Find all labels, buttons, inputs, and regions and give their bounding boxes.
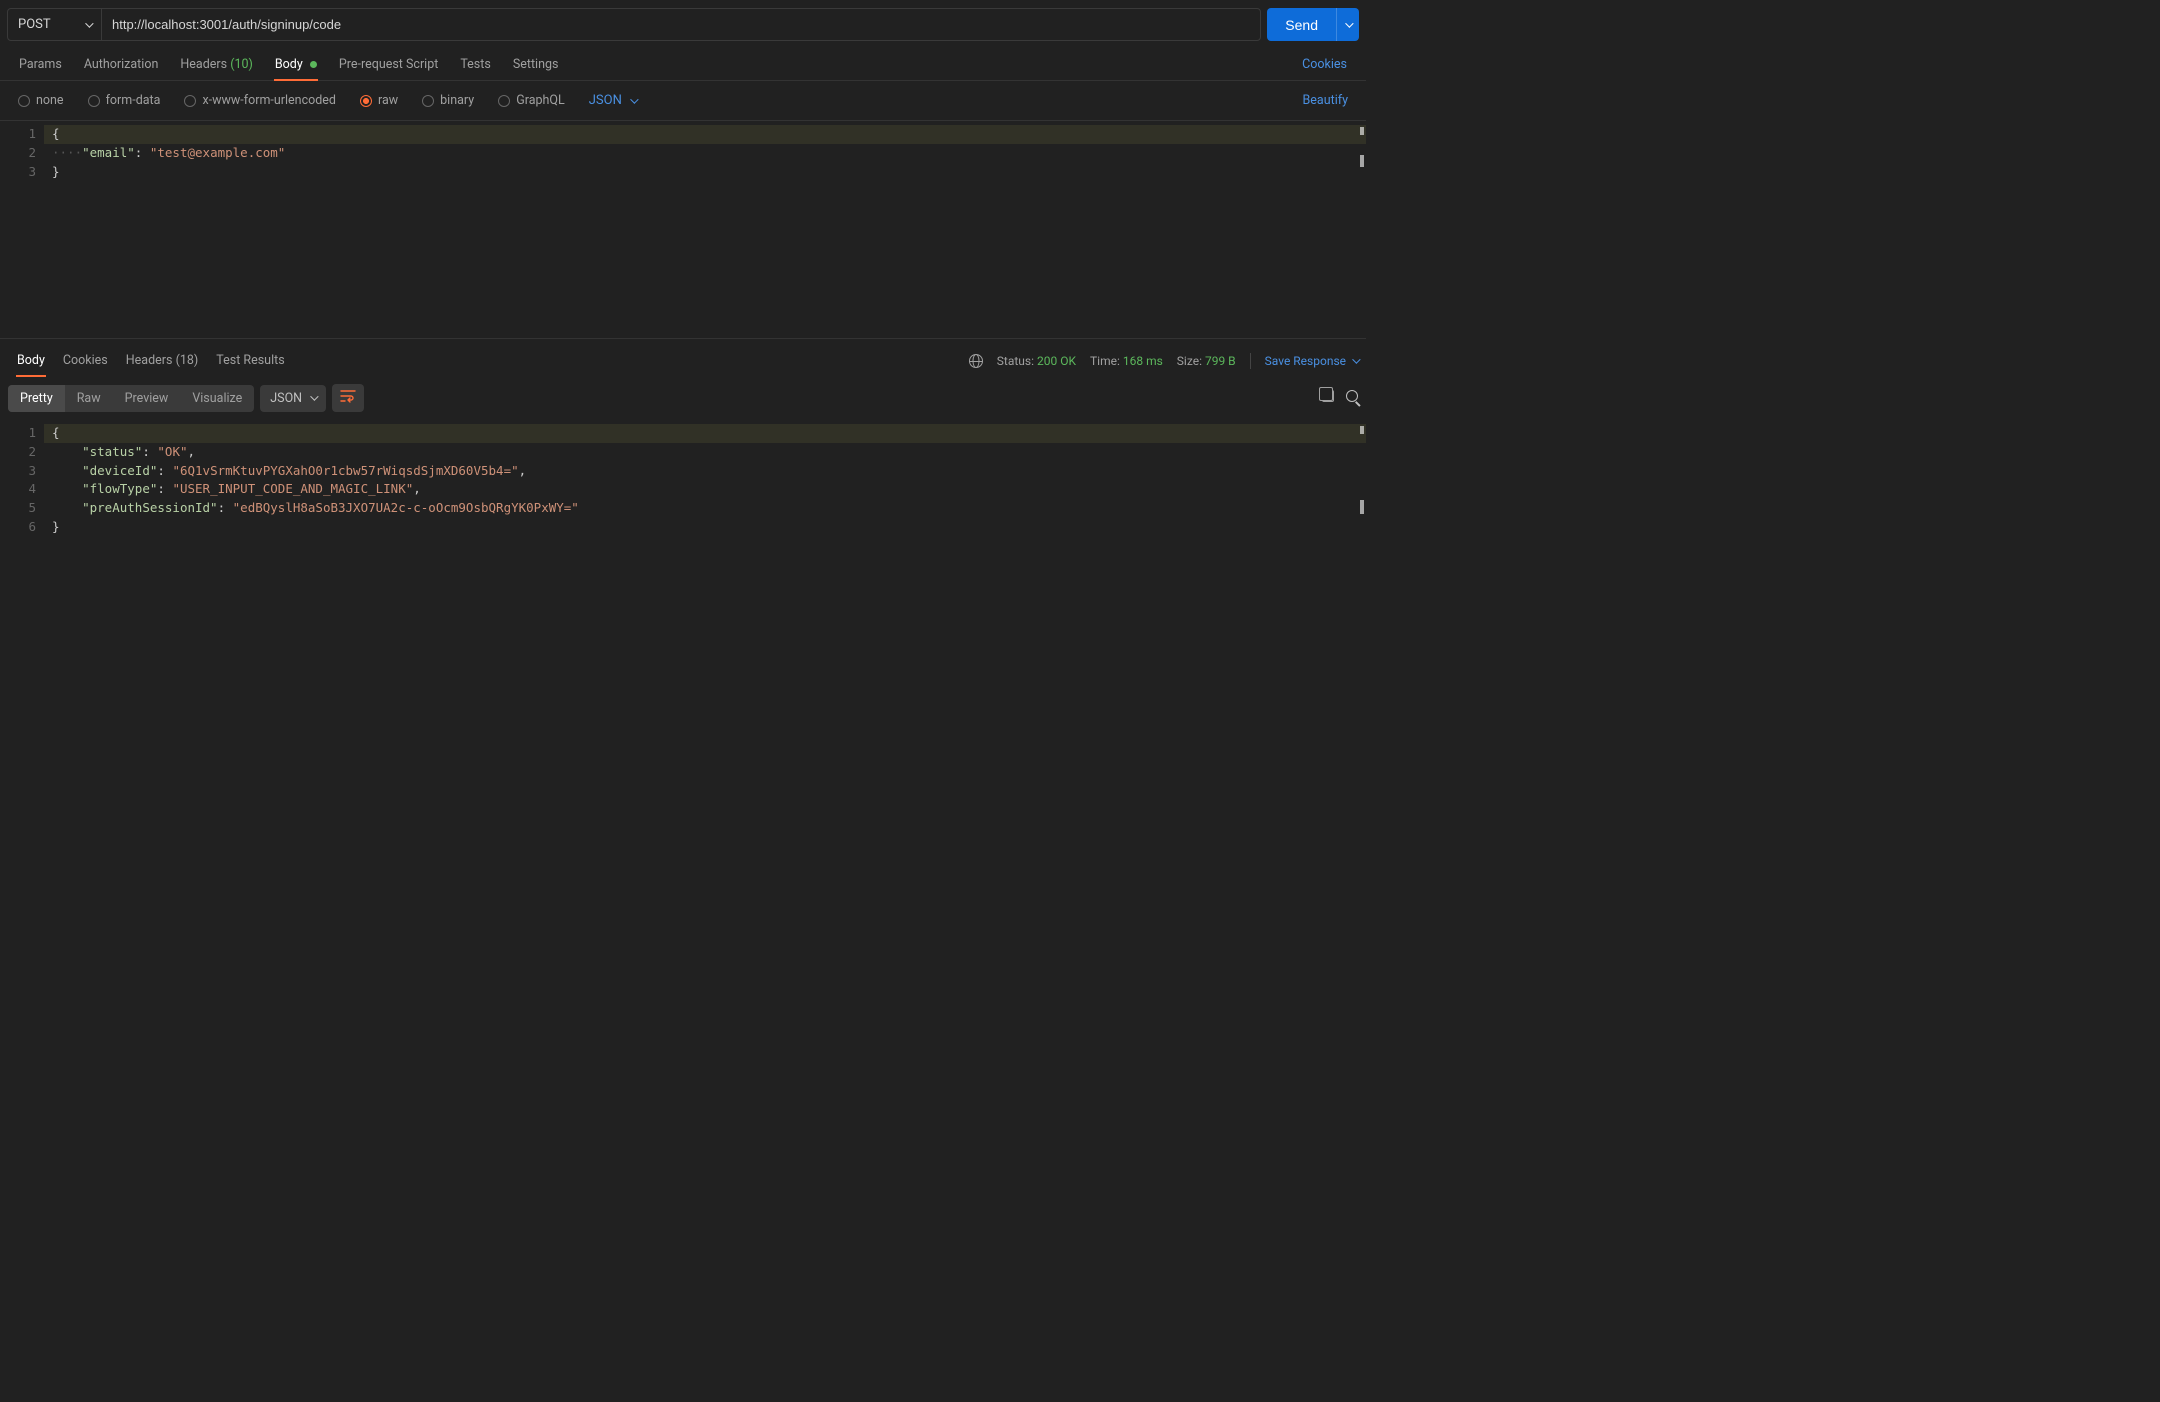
tab-settings[interactable]: Settings: [502, 49, 570, 80]
tab-authorization[interactable]: Authorization: [73, 49, 170, 80]
scroll-thumb-top[interactable]: [1360, 426, 1364, 434]
chevron-down-icon: [85, 19, 93, 27]
chevron-down-icon: [1345, 19, 1353, 27]
response-format-select[interactable]: JSON: [260, 385, 326, 412]
request-bar: POST Send: [0, 0, 1366, 49]
modified-dot-icon: [310, 61, 317, 68]
globe-icon[interactable]: [969, 354, 983, 368]
tab-pre-request-script[interactable]: Pre-request Script: [328, 49, 449, 80]
radio-form-data[interactable]: form-data: [78, 89, 171, 112]
body-format-select[interactable]: JSON: [579, 89, 646, 112]
body-type-row: none form-data x-www-form-urlencoded raw…: [0, 81, 1366, 121]
view-preview[interactable]: Preview: [113, 385, 181, 412]
view-visualize[interactable]: Visualize: [180, 385, 254, 412]
method-label: POST: [18, 17, 51, 32]
url-input[interactable]: [102, 9, 1260, 40]
response-tab-test-results[interactable]: Test Results: [207, 345, 293, 376]
line-gutter: 123: [0, 125, 44, 334]
send-dropdown-button[interactable]: [1336, 8, 1359, 41]
radio-none[interactable]: none: [8, 89, 74, 112]
save-response-button[interactable]: Save Response: [1265, 354, 1358, 368]
wrap-lines-button[interactable]: [332, 384, 364, 412]
search-icon: [1346, 390, 1358, 402]
response-tab-body[interactable]: Body: [8, 345, 54, 376]
request-body-editor[interactable]: 123 { ····"email": "test@example.com" }: [0, 121, 1366, 339]
radio-graphql[interactable]: GraphQL: [488, 89, 575, 112]
view-toggle-group: Pretty Raw Preview Visualize: [8, 385, 254, 412]
method-select[interactable]: POST: [8, 9, 102, 40]
divider: [1250, 353, 1251, 369]
tab-params[interactable]: Params: [8, 49, 73, 80]
response-tab-cookies[interactable]: Cookies: [54, 345, 117, 376]
send-button[interactable]: Send: [1267, 8, 1336, 41]
scroll-thumb-top[interactable]: [1360, 127, 1364, 135]
search-button[interactable]: [1346, 390, 1358, 406]
tab-body-label: Body: [275, 57, 303, 72]
cookies-link[interactable]: Cookies: [1291, 49, 1358, 80]
tab-headers-count: (10): [230, 57, 253, 72]
radio-icon: [360, 95, 372, 107]
chevron-down-icon: [1352, 355, 1360, 363]
view-raw[interactable]: Raw: [65, 385, 113, 412]
scroll-thumb[interactable]: [1360, 155, 1364, 167]
radio-icon: [184, 95, 196, 107]
wrap-icon: [340, 389, 356, 403]
response-meta: Status: 200 OK Time: 168 ms Size: 799 B …: [969, 353, 1358, 369]
beautify-link[interactable]: Beautify: [1293, 89, 1359, 112]
code-content: { "status": "OK", "deviceId": "6Q1vSrmKt…: [44, 424, 1366, 676]
tab-headers-label: Headers: [180, 57, 227, 72]
chevron-down-icon: [630, 95, 638, 103]
radio-raw[interactable]: raw: [350, 89, 408, 112]
response-header: Body Cookies Headers (18) Test Results S…: [0, 345, 1366, 376]
tab-body[interactable]: Body: [264, 49, 328, 80]
chevron-down-icon: [310, 392, 318, 400]
view-pretty[interactable]: Pretty: [8, 385, 65, 412]
response-body-editor[interactable]: 123456 { "status": "OK", "deviceId": "6Q…: [0, 420, 1366, 680]
radio-x-www-form-urlencoded[interactable]: x-www-form-urlencoded: [174, 89, 346, 112]
response-tab-headers[interactable]: Headers (18): [117, 345, 208, 376]
send-button-group: Send: [1267, 8, 1359, 41]
copy-icon: [1322, 390, 1334, 402]
code-content: { ····"email": "test@example.com" }: [44, 125, 1366, 334]
radio-icon: [498, 95, 510, 107]
request-tabs: Params Authorization Headers (10) Body P…: [0, 49, 1366, 81]
response-tabs: Body Cookies Headers (18) Test Results: [8, 345, 294, 376]
scroll-thumb[interactable]: [1360, 500, 1364, 514]
radio-icon: [18, 95, 30, 107]
response-controls: Pretty Raw Preview Visualize JSON: [0, 376, 1366, 420]
copy-button[interactable]: [1322, 390, 1334, 406]
radio-icon: [422, 95, 434, 107]
tab-tests[interactable]: Tests: [449, 49, 501, 80]
radio-icon: [88, 95, 100, 107]
radio-binary[interactable]: binary: [412, 89, 484, 112]
method-url-group: POST: [7, 8, 1261, 41]
line-gutter: 123456: [0, 424, 44, 676]
tab-headers[interactable]: Headers (10): [169, 49, 264, 80]
